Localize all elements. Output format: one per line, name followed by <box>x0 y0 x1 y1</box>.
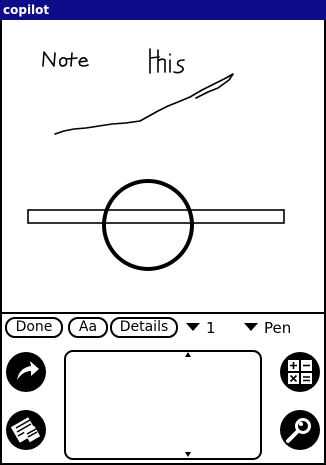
graffiti-writing-area[interactable] <box>64 350 262 460</box>
calculator-icon[interactable] <box>278 350 322 394</box>
menu-icon[interactable] <box>4 408 48 452</box>
page-selector[interactable]: 1 <box>186 319 216 338</box>
handwritten-note-this <box>42 48 185 74</box>
tool-selector[interactable]: Pen <box>244 319 291 338</box>
horizontal-bar-shape <box>27 209 285 224</box>
chevron-down-icon <box>244 323 258 331</box>
details-button[interactable]: Details <box>110 317 178 338</box>
circle-shape <box>102 179 194 271</box>
silkscreen-area <box>2 346 324 463</box>
drawing-canvas[interactable] <box>2 20 324 312</box>
writing-area-divider-top <box>185 352 191 357</box>
freehand-stroke <box>54 73 234 135</box>
done-button[interactable]: Done <box>5 317 63 338</box>
app-title-bar: copilot <box>0 0 326 20</box>
chevron-down-icon <box>186 323 200 331</box>
writing-area-divider-bottom <box>185 452 191 457</box>
app-title: copilot <box>3 3 50 17</box>
page-value: 1 <box>206 319 216 337</box>
home-icon[interactable] <box>4 350 48 394</box>
font-button[interactable]: Aa <box>68 317 108 338</box>
find-icon[interactable] <box>278 408 322 452</box>
command-bar: Done Aa Details 1 Pen <box>2 314 324 346</box>
canvas-drawing[interactable] <box>2 20 324 312</box>
tool-value: Pen <box>264 319 292 337</box>
